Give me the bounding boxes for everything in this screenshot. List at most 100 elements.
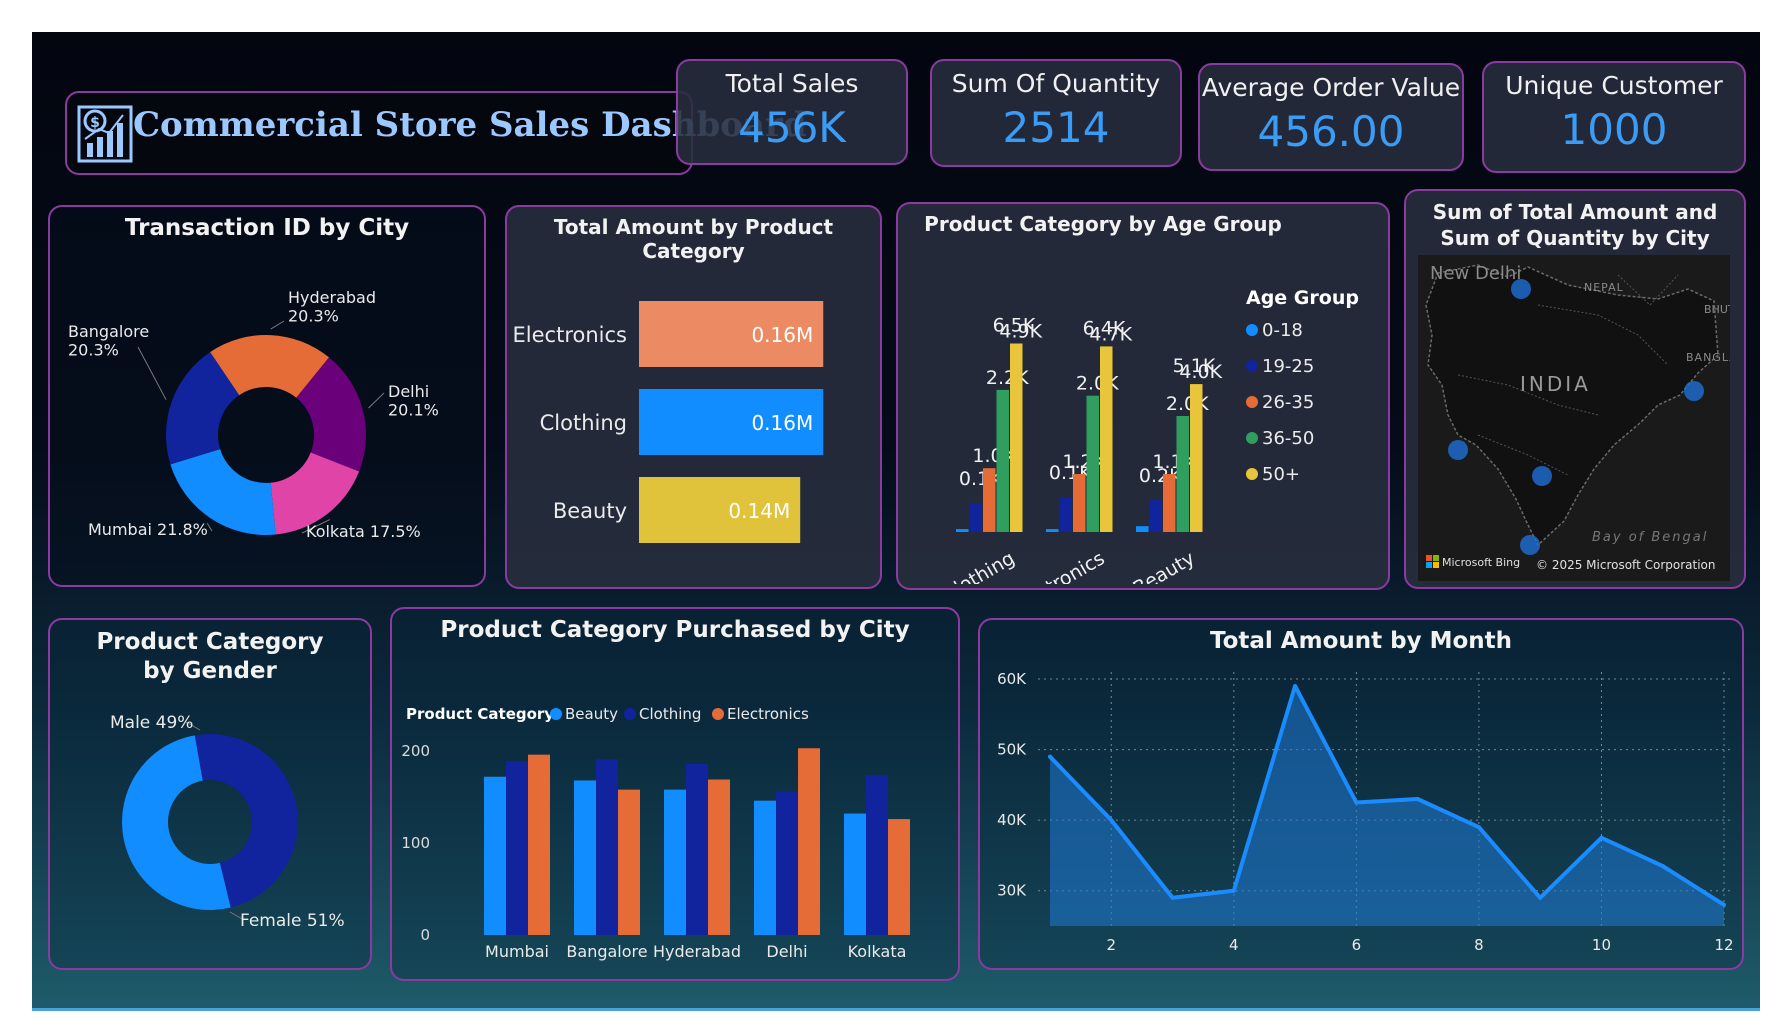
bar-beauty-0-18 [1136, 526, 1149, 532]
x-tick-label: Bangalore [566, 942, 647, 961]
legend-marker [1246, 468, 1258, 480]
bar-electronics-36-50 [1086, 395, 1099, 532]
bar-kolkata-electronics [888, 819, 910, 935]
kpi-value: 456.00 [1257, 107, 1405, 156]
map-bubble-delhi[interactable] [1511, 279, 1531, 299]
x-tick-label: 12 [1714, 936, 1733, 954]
legend-label: 19-25 [1262, 356, 1314, 377]
legend-marker [1246, 360, 1258, 372]
area-fill [1050, 686, 1724, 926]
bar-hyderabad-clothing [686, 763, 708, 935]
bar-beauty-26-35 [1163, 474, 1176, 532]
data-point [1231, 888, 1236, 893]
category-amount-chart: Electronics 0.16M Clothing 0.16M Beauty 0.14M [513, 301, 824, 543]
legend-marker [1246, 324, 1258, 336]
kpi-sum-of-quantity: Sum Of Quantity 2514 [930, 59, 1182, 167]
data-label: 2.2K [986, 367, 1029, 389]
value-label: 0.14M [728, 499, 790, 523]
kpi-label: Sum Of Quantity [951, 69, 1161, 98]
monthly-amount-chart: 30K 40K 50K 60K 2 4 6 8 10 12 [997, 670, 1733, 954]
map-label-nepal: NEPAL [1584, 281, 1624, 294]
y-tick-label: 0 [420, 926, 430, 944]
kpi-value: 456K [738, 103, 846, 152]
bar-mumbai-clothing [506, 761, 528, 935]
map-label-bangladesh: BANGLA [1686, 351, 1730, 364]
data-point [1538, 895, 1543, 900]
value-label: 0.16M [751, 411, 813, 435]
dashboard-canvas: $ Commercial Store Sales Dashboard Total… [32, 32, 1760, 1011]
map-label-india: INDIA [1520, 372, 1591, 396]
legend-label: 50+ [1262, 464, 1300, 485]
legend-label: 36-50 [1262, 428, 1314, 449]
chart-title: Product Category by Age Group [924, 212, 1282, 236]
map-bubble-mumbai[interactable] [1448, 440, 1468, 460]
kpi-total-sales: Total Sales 456K [676, 59, 908, 165]
legend-label: 26-35 [1262, 392, 1314, 413]
bar-electronics-50+ [1100, 346, 1113, 532]
city-donut-chart: Hyderabad 20.3% Delhi 20.1% Kolkata 17.5% Mum… [68, 288, 439, 541]
data-label: 2.0K [1076, 373, 1119, 395]
kpi-value: 2514 [1002, 103, 1110, 152]
slice-label: Mumbai 21.8% [88, 520, 208, 539]
data-point [1660, 864, 1665, 869]
bar-hyderabad-beauty [664, 789, 686, 935]
y-tick-label: 30K [997, 882, 1027, 900]
data-point [1476, 825, 1481, 830]
chart-title: Total Amount by Month [1209, 628, 1513, 654]
x-tick-label: Kolkata [848, 942, 907, 961]
kpi-label: Unique Customer [1505, 71, 1723, 100]
legend-label: Electronics [727, 705, 809, 723]
slice-label: Male 49% [110, 713, 193, 733]
map-title: Sum of Total Amount and Sum of Quantity … [1432, 200, 1718, 250]
bar-clothing-19-25 [969, 503, 982, 532]
map-credit-copyright: © 2025 Microsoft Corporation [1536, 558, 1715, 572]
slice-label: Bangalore 20.3% [68, 322, 149, 359]
x-tick-label: 8 [1474, 936, 1484, 954]
x-tick-label: 2 [1106, 936, 1116, 954]
kpi-unique-customer: Unique Customer 1000 [1482, 61, 1746, 173]
chart-title: Product Category by Gender [96, 629, 324, 684]
bar-bangalore-clothing [596, 759, 618, 935]
category-label: Clothing [540, 411, 627, 435]
leader-line [137, 346, 167, 400]
bar-mumbai-beauty [484, 776, 506, 935]
data-point [1293, 684, 1298, 689]
data-label: 1.2K [1062, 451, 1105, 473]
bar-delhi-electronics [798, 748, 820, 935]
map-bubble-bangalore[interactable] [1520, 535, 1540, 555]
map-label-new-delhi: New Delhi [1430, 263, 1521, 284]
gender-donut-card: Product Category by Gender Male 49% Femal… [48, 618, 372, 970]
bar-clothing-36-50 [996, 389, 1009, 532]
bar-kolkata-clothing [866, 774, 888, 935]
bar-beauty-50+ [1190, 384, 1203, 532]
age-group-card: Product Category by Age Group 0.1K 1.0K 2.… [896, 202, 1390, 590]
data-point [1354, 800, 1359, 805]
monthly-amount-card: Total Amount by Month 30K 40K 50K 60K 2 4 6 8 10… [978, 618, 1744, 970]
city-map-card: Sum of Total Amount and Sum of Quantity … [1404, 189, 1746, 589]
x-tick-label: Delhi [766, 942, 807, 961]
y-tick-label: 60K [997, 670, 1027, 688]
map-bubble-kolkata[interactable] [1684, 381, 1704, 401]
legend-title: Age Group [1246, 287, 1359, 309]
bar-electronics-0-18 [1046, 529, 1059, 532]
bar-delhi-clothing [776, 791, 798, 935]
legend-label: 0-18 [1262, 320, 1303, 341]
map-label-bay-of-bengal: Bay of Bengal [1592, 530, 1708, 545]
y-tick-label: 100 [401, 834, 430, 852]
map-bubble-hyderabad[interactable] [1532, 466, 1552, 486]
map-credit-bing: Microsoft Bing [1442, 556, 1520, 569]
value-label: 0.16M [751, 323, 813, 347]
slice-label: Delhi 20.1% [388, 382, 439, 419]
data-label: 6.4K [1083, 317, 1126, 339]
bar-clothing-26-35 [983, 468, 996, 532]
microsoft-logo-icon [1426, 555, 1439, 568]
data-point [1599, 835, 1604, 840]
data-label: 2.0K [1166, 393, 1209, 415]
gender-donut-chart: Male 49% Female 51% [110, 713, 345, 931]
legend-marker [624, 708, 636, 720]
data-point [1415, 797, 1420, 801]
x-tick-label: 10 [1592, 936, 1611, 954]
data-label: 6.5K [993, 315, 1036, 337]
data-label: 1.1K [1152, 451, 1195, 473]
india-map[interactable]: New Delhi NEPAL BHUT INDIA BANGLA Bay of… [1418, 255, 1730, 581]
